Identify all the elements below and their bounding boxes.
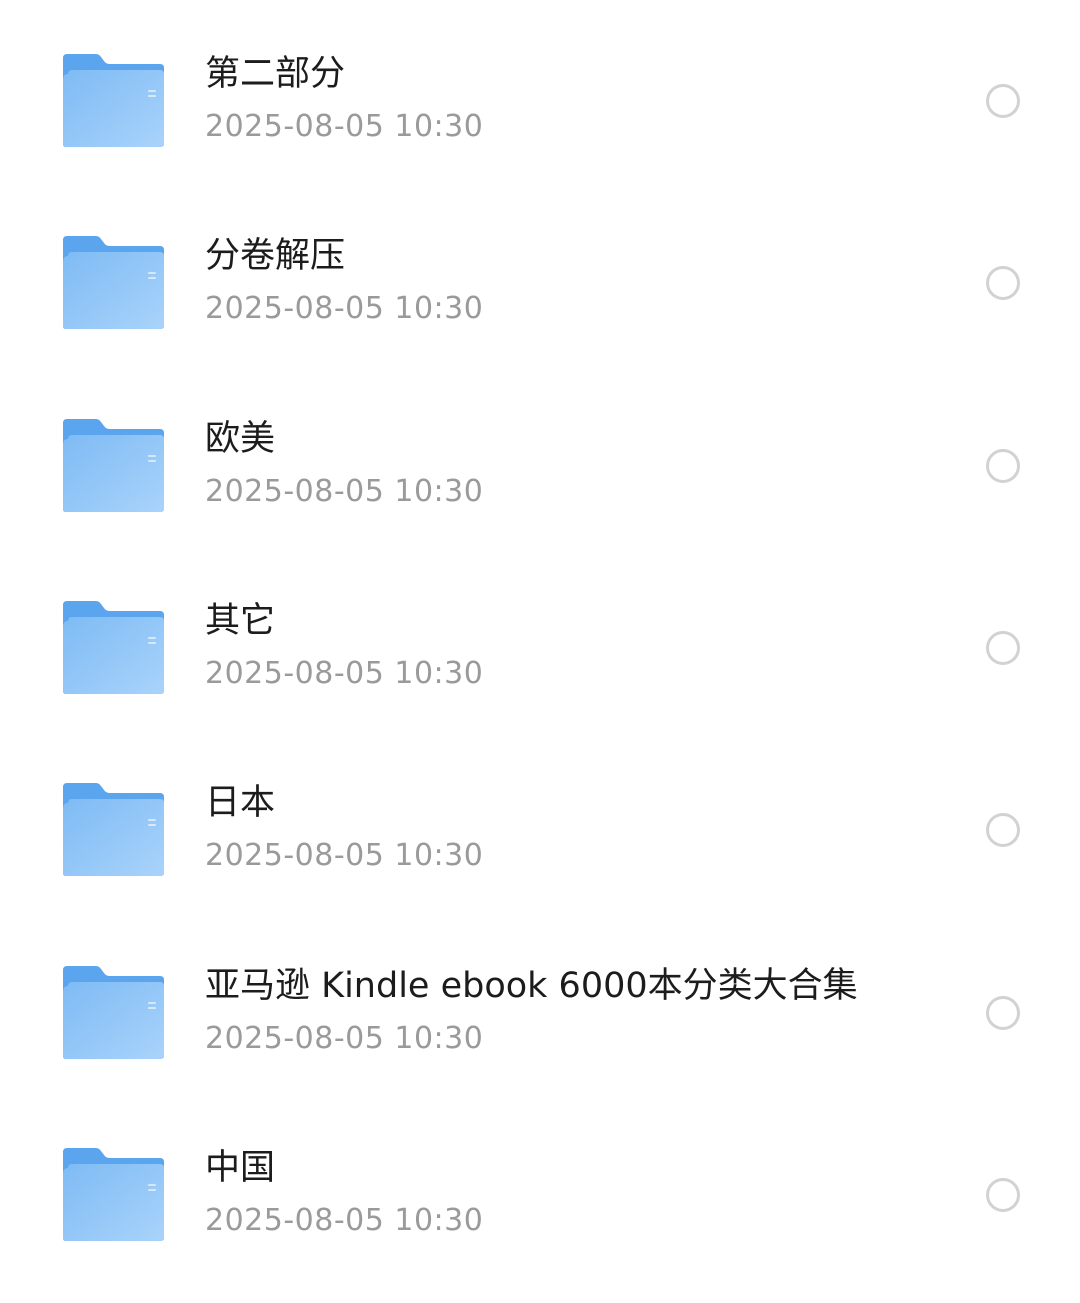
radio-unchecked-icon[interactable]: [986, 631, 1020, 665]
folder-row[interactable]: 中国 2025-08-05 10:30: [0, 1102, 1080, 1284]
folder-row[interactable]: 欧美 2025-08-05 10:30: [0, 373, 1080, 555]
folder-name: 中国: [205, 1148, 276, 1188]
radio-unchecked-icon[interactable]: [986, 449, 1020, 483]
folder-row[interactable]: 日本 2025-08-05 10:30: [0, 737, 1080, 919]
folder-name: 日本: [205, 783, 276, 823]
folder-row[interactable]: 第二部分 2025-08-05 10:30: [0, 8, 1080, 190]
folder-row[interactable]: 分卷解压 2025-08-05 10:30: [0, 190, 1080, 372]
radio-unchecked-icon[interactable]: [986, 996, 1020, 1030]
folder-date: 2025-08-05 10:30: [205, 656, 484, 691]
folder-icon: [60, 1146, 166, 1242]
folder-icon: [60, 964, 166, 1060]
radio-unchecked-icon[interactable]: [986, 813, 1020, 847]
file-list: 第二部分 2025-08-05 10:30 分卷解压 2025-08-05 10:30…: [0, 0, 1080, 1303]
folder-row[interactable]: 亚马逊 Kindle ebook 6000本分类大合集 2025-08-05 10…: [0, 920, 1080, 1102]
folder-icon: [60, 599, 166, 695]
folder-date: 2025-08-05 10:30: [205, 474, 484, 509]
folder-icon: [60, 781, 166, 877]
radio-unchecked-icon[interactable]: [986, 266, 1020, 300]
folder-row[interactable]: 其它 2025-08-05 10:30: [0, 555, 1080, 737]
folder-name: 分卷解压: [205, 236, 346, 276]
folder-date: 2025-08-05 10:30: [205, 109, 484, 144]
folder-name: 其它: [205, 601, 276, 641]
folder-icon: [60, 417, 166, 513]
folder-date: 2025-08-05 10:30: [205, 838, 484, 873]
folder-name: 亚马逊 Kindle ebook 6000本分类大合集: [205, 966, 858, 1006]
folder-date: 2025-08-05 10:30: [205, 1021, 484, 1056]
radio-unchecked-icon[interactable]: [986, 84, 1020, 118]
folder-date: 2025-08-05 10:30: [205, 1203, 484, 1238]
folder-name: 欧美: [205, 419, 276, 459]
radio-unchecked-icon[interactable]: [986, 1178, 1020, 1212]
folder-icon: [60, 234, 166, 330]
folder-name: 第二部分: [205, 54, 346, 94]
folder-date: 2025-08-05 10:30: [205, 291, 484, 326]
folder-icon: [60, 52, 166, 148]
